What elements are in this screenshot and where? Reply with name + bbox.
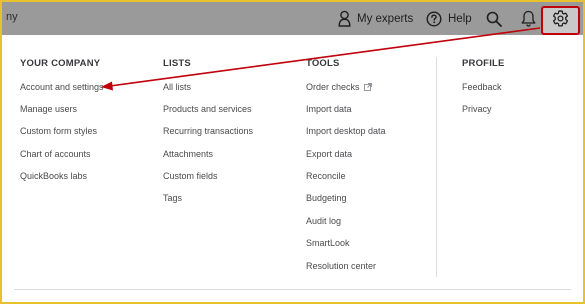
question-circle-icon bbox=[426, 10, 442, 27]
profile-heading: PROFILE bbox=[462, 58, 505, 69]
menu-item-tags[interactable]: Tags bbox=[163, 191, 253, 213]
tools-heading: TOOLS bbox=[306, 58, 340, 69]
column-divider bbox=[436, 57, 437, 277]
menu-item-export-data[interactable]: Export data bbox=[306, 147, 386, 169]
settings-gear-button[interactable] bbox=[541, 6, 580, 35]
menu-item-manage-users[interactable]: Manage users bbox=[20, 102, 104, 124]
menu-item-import-data[interactable]: Import data bbox=[306, 102, 386, 124]
menu-item-audit-log[interactable]: Audit log bbox=[306, 214, 386, 236]
bell-icon bbox=[521, 10, 536, 27]
order-checks-label: Order checks bbox=[306, 81, 360, 92]
your-company-heading: YOUR COMPANY bbox=[20, 58, 101, 69]
company-name: ny bbox=[6, 11, 18, 23]
menu-item-reconcile[interactable]: Reconcile bbox=[306, 169, 386, 191]
my-experts-button[interactable]: My experts bbox=[338, 2, 413, 35]
menu-item-import-desktop-data[interactable]: Import desktop data bbox=[306, 124, 386, 146]
menu-item-quickbooks-labs[interactable]: QuickBooks labs bbox=[20, 169, 104, 191]
your-company-column: YOUR COMPANY Account and settings Manage… bbox=[20, 57, 104, 191]
person-icon bbox=[338, 10, 351, 27]
my-experts-label: My experts bbox=[357, 12, 414, 25]
menu-item-custom-fields[interactable]: Custom fields bbox=[163, 169, 253, 191]
gear-icon bbox=[552, 9, 569, 32]
profile-column: PROFILE Feedback Privacy bbox=[462, 57, 505, 124]
menu-item-feedback[interactable]: Feedback bbox=[462, 80, 505, 102]
menu-item-smartlook[interactable]: SmartLook bbox=[306, 236, 386, 258]
menu-item-order-checks[interactable]: Order checks bbox=[306, 80, 386, 102]
help-button[interactable]: Help bbox=[426, 2, 472, 35]
menu-item-chart-of-accounts[interactable]: Chart of accounts bbox=[20, 147, 104, 169]
menu-item-attachments[interactable]: Attachments bbox=[163, 147, 253, 169]
search-icon bbox=[486, 11, 502, 27]
tools-column: TOOLS Order checks Import data Import de… bbox=[306, 57, 386, 281]
settings-dropdown-panel: YOUR COMPANY Account and settings Manage… bbox=[2, 35, 583, 302]
notifications-button[interactable] bbox=[521, 2, 536, 35]
panel-bottom-divider bbox=[14, 289, 571, 290]
menu-item-privacy[interactable]: Privacy bbox=[462, 102, 505, 124]
top-bar: ny My experts Help bbox=[2, 2, 583, 35]
menu-item-recurring-transactions[interactable]: Recurring transactions bbox=[163, 124, 253, 146]
menu-item-all-lists[interactable]: All lists bbox=[163, 80, 253, 102]
lists-heading: LISTS bbox=[163, 58, 191, 69]
menu-item-resolution-center[interactable]: Resolution center bbox=[306, 259, 386, 281]
help-label: Help bbox=[448, 12, 472, 25]
menu-item-budgeting[interactable]: Budgeting bbox=[306, 191, 386, 213]
menu-item-custom-form-styles[interactable]: Custom form styles bbox=[20, 124, 104, 146]
menu-item-products-and-services[interactable]: Products and services bbox=[163, 102, 253, 124]
menu-item-account-and-settings[interactable]: Account and settings bbox=[20, 80, 104, 102]
lists-column: LISTS All lists Products and services Re… bbox=[163, 57, 253, 214]
external-link-icon bbox=[363, 81, 372, 95]
search-button[interactable] bbox=[486, 2, 502, 35]
